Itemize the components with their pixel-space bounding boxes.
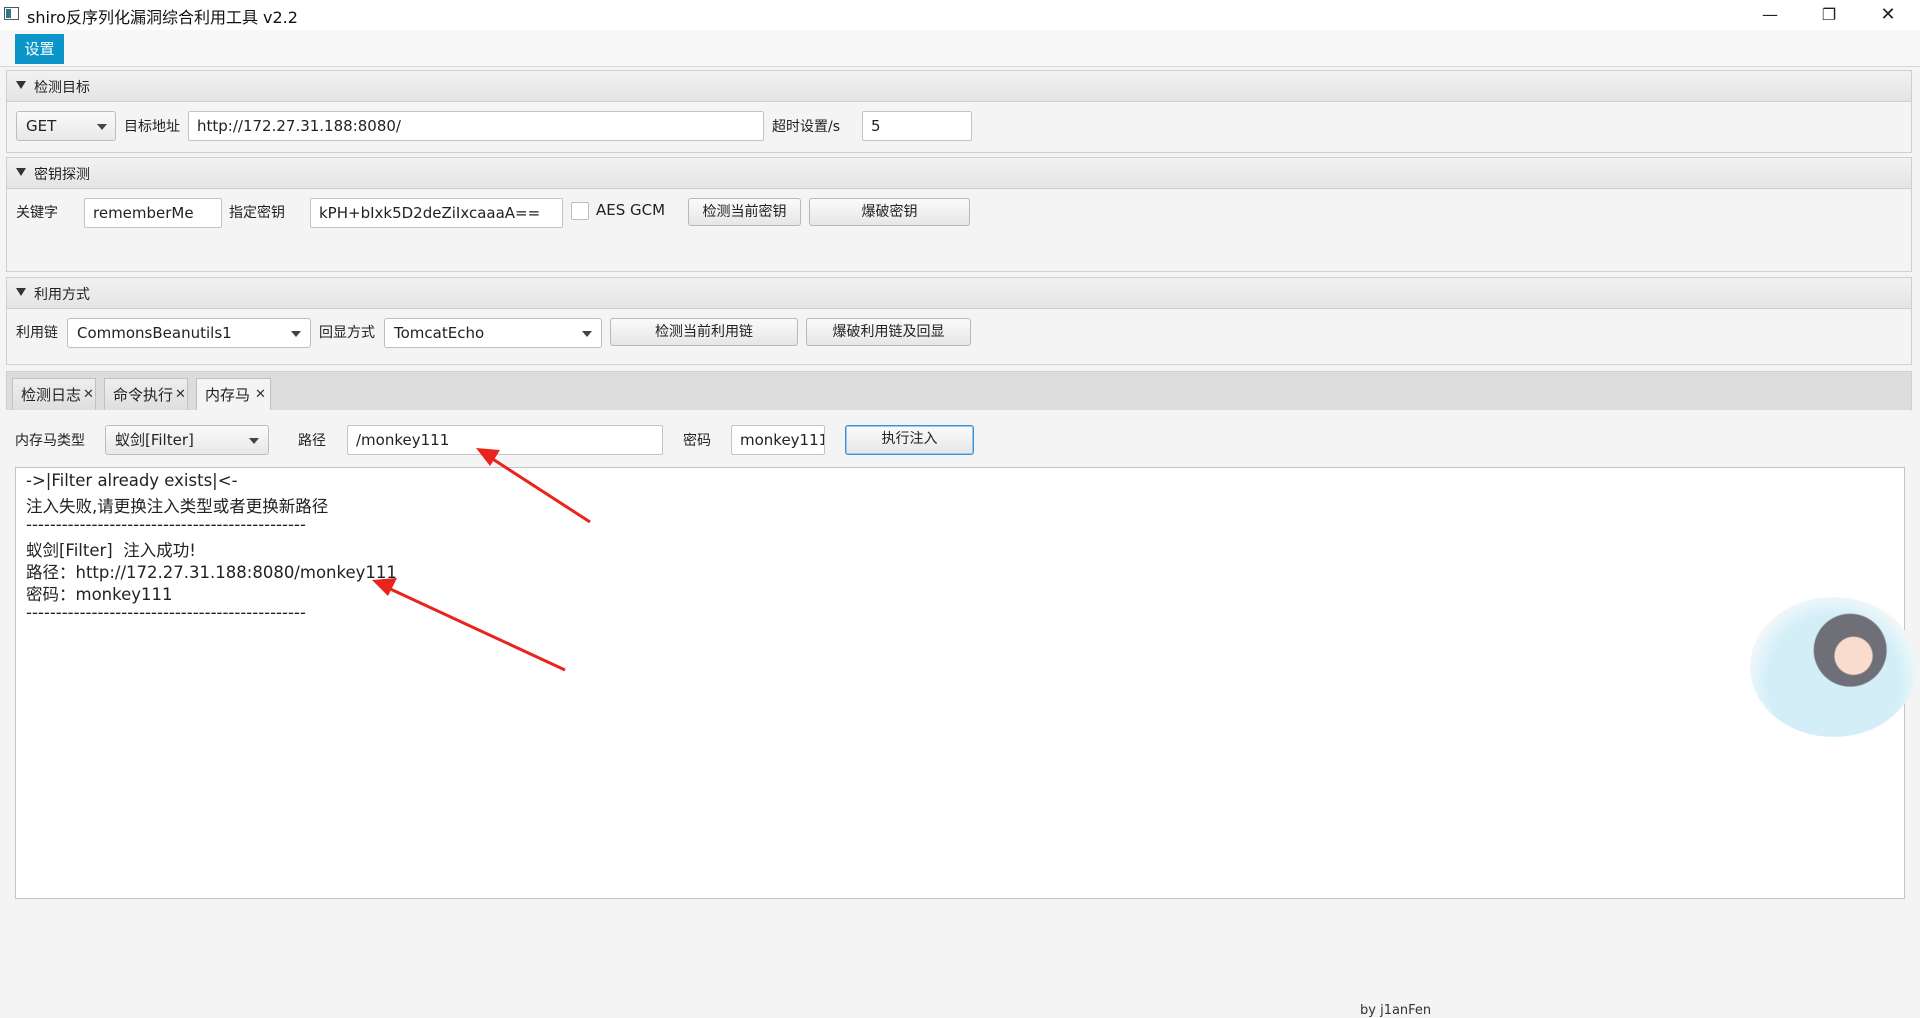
mascot-avatar-icon[interactable] (1750, 597, 1917, 737)
author-credit: by j1anFen (1360, 1003, 1432, 1018)
annotation-arrow (476, 448, 591, 524)
annotation-arrows (372, 448, 591, 672)
annotation-arrow (372, 578, 566, 672)
